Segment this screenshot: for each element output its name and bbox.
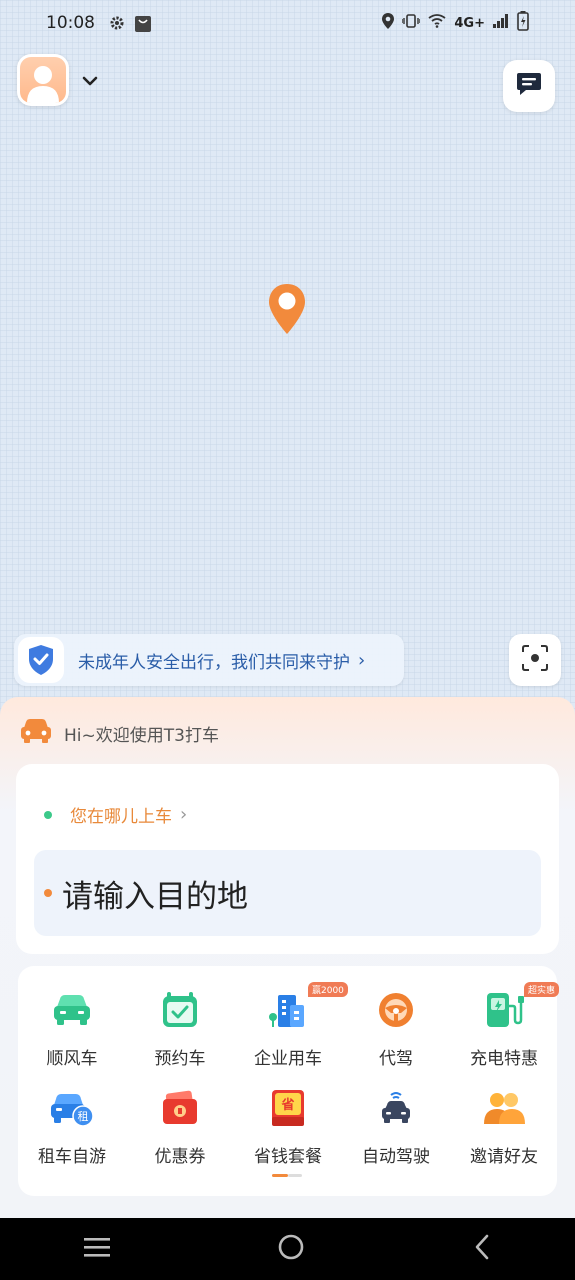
service-label: 优惠券: [154, 1147, 206, 1167]
vibrate-icon: [401, 14, 422, 32]
service-label: 预约车: [154, 1049, 206, 1069]
autonomous-car-icon: [342, 1086, 450, 1130]
calendar-check-icon: [126, 988, 234, 1032]
chevron-right-icon: ›: [180, 804, 188, 825]
avatar[interactable]: [17, 54, 69, 106]
wifi-icon: [428, 14, 446, 32]
user-avatar-icon: [20, 57, 66, 103]
location-pin-icon[interactable]: [266, 282, 308, 340]
destination-placeholder: 请输入目的地: [62, 878, 248, 915]
service-label: 充电特惠: [470, 1049, 538, 1069]
page-indicator: [272, 1174, 302, 1177]
service-invite-friends[interactable]: 邀请好友: [450, 1086, 558, 1167]
chevron-down-icon[interactable]: [82, 72, 98, 91]
service-label: 自动驾驶: [362, 1147, 430, 1167]
messages-button[interactable]: [503, 60, 555, 112]
service-label: 顺风车: [46, 1049, 98, 1069]
status-bar: 10:08 4G+: [0, 0, 575, 46]
shield-icon: [18, 637, 64, 683]
welcome-text: Hi~欢迎使用T3打车: [64, 725, 219, 746]
invite-friends-icon: [450, 1086, 558, 1130]
service-designated-driver[interactable]: 代驾: [342, 988, 450, 1069]
map-view[interactable]: [0, 0, 575, 720]
coupon-icon: [126, 1086, 234, 1130]
home-icon[interactable]: [277, 1233, 305, 1265]
service-autonomous-driving[interactable]: 自动驾驶: [342, 1086, 450, 1167]
service-enterprise[interactable]: 赢2000 企业用车: [234, 982, 348, 1069]
destination-card: 您在哪儿上车 › 请输入目的地: [16, 764, 559, 954]
destination-input[interactable]: 请输入目的地: [34, 850, 541, 936]
chevron-right-icon: ›: [358, 649, 366, 671]
menu-icon[interactable]: [83, 1236, 111, 1262]
service-reservation[interactable]: 预约车: [126, 988, 234, 1069]
pickup-selector[interactable]: 您在哪儿上车 ›: [44, 802, 187, 827]
car-logo-icon: [20, 718, 52, 748]
network-type: 4G+: [454, 15, 485, 31]
message-icon: [516, 72, 542, 100]
service-label: 邀请好友: [470, 1147, 538, 1167]
back-icon[interactable]: [472, 1234, 492, 1264]
service-label: 企业用车: [254, 1049, 322, 1069]
car-icon: [18, 988, 126, 1032]
svg-text:省: 省: [280, 1097, 294, 1113]
pickup-label: 您在哪儿上车: [70, 807, 172, 827]
services-grid: 顺风车 预约车 赢2000 企业用车 代驾 超实惠 充电特惠 租 租车自游 优惠…: [18, 966, 560, 1196]
welcome-row: Hi~欢迎使用T3打车: [20, 718, 219, 748]
locate-icon: [522, 645, 548, 675]
location-status-icon: [382, 13, 395, 33]
charging-icon: 超实惠: [450, 982, 560, 1032]
safety-banner-text: 未成年人安全出行，我们共同来守护: [78, 652, 350, 673]
building-icon: 赢2000: [234, 982, 348, 1032]
service-badge: 超实惠: [524, 982, 560, 997]
service-hitch-ride[interactable]: 顺风车: [18, 988, 126, 1069]
page-indicator-active: [272, 1174, 288, 1177]
svg-text:租: 租: [78, 1110, 89, 1123]
service-label: 代驾: [379, 1049, 413, 1069]
locate-button[interactable]: [509, 634, 561, 686]
page-indicator-inactive: [288, 1174, 302, 1177]
destination-dot: [44, 889, 52, 897]
pickup-dot: [44, 810, 52, 819]
settings-icon: [109, 15, 125, 31]
service-label: 省钱套餐: [254, 1147, 322, 1167]
service-saving-package[interactable]: 省 省钱套餐: [234, 1086, 342, 1167]
service-car-rental[interactable]: 租 租车自游: [18, 1086, 126, 1167]
service-coupons[interactable]: 优惠券: [126, 1086, 234, 1167]
rental-car-icon: 租: [18, 1086, 126, 1130]
steering-wheel-icon: [342, 988, 450, 1032]
battery-icon: [517, 11, 529, 35]
notification-icon: [135, 15, 151, 32]
savings-icon: 省: [234, 1086, 342, 1130]
signal-icon: [493, 14, 509, 32]
service-label: 租车自游: [38, 1147, 106, 1167]
status-time: 10:08: [46, 13, 95, 33]
system-nav-bar: [0, 1218, 575, 1280]
service-charging[interactable]: 超实惠 充电特惠: [450, 982, 560, 1069]
safety-banner[interactable]: 未成年人安全出行，我们共同来守护 ›: [14, 634, 404, 686]
